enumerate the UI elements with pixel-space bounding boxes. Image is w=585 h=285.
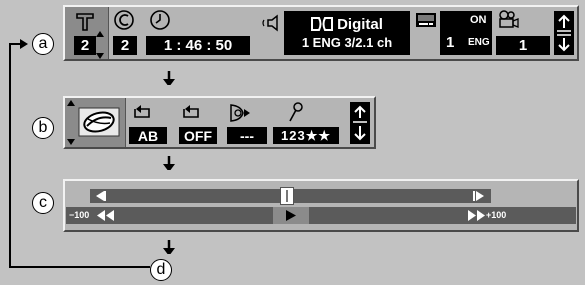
- position-slider-thumb[interactable]: [280, 187, 294, 205]
- audio-detail-label: 1 ENG 3/2.1 ch: [301, 34, 393, 50]
- label-c: c: [32, 192, 54, 214]
- time-value-box[interactable]: 1 : 46 : 50: [146, 36, 250, 55]
- repeat-ab-icon: [134, 105, 150, 118]
- fast-forward-icon[interactable]: [466, 209, 486, 222]
- title-icon: [76, 13, 94, 31]
- angle-value-box[interactable]: 1: [496, 36, 550, 55]
- picture-mode-icon[interactable]: [78, 107, 120, 137]
- arrow-c-to-d: [163, 240, 175, 254]
- chapter-value-box[interactable]: 2: [113, 36, 137, 55]
- panel-a-toggle-position-button[interactable]: [554, 11, 574, 55]
- panel-a-select-down-icon[interactable]: [96, 53, 104, 59]
- toggle-position-icon: [353, 105, 367, 141]
- speed-min-label: −100: [69, 210, 90, 220]
- title-value-box[interactable]: 2: [74, 36, 96, 55]
- disc-value-box[interactable]: ---: [227, 127, 267, 144]
- marker-value-box[interactable]: 123★★: [273, 127, 339, 144]
- toggle-position-icon: [557, 14, 571, 52]
- repeat-icon: [183, 105, 199, 118]
- arrow-b-to-c: [163, 156, 175, 170]
- panel-b-select-down-icon[interactable]: [67, 139, 75, 145]
- play-icon[interactable]: [284, 209, 298, 222]
- speed-max-label: +100: [486, 210, 507, 220]
- arrow-a-to-b: [163, 71, 175, 85]
- audio-speaker-icon: [262, 14, 278, 32]
- audio-value-box[interactable]: Digital 1 ENG 3/2.1 ch: [284, 11, 410, 55]
- repeat-ab-value-box[interactable]: AB: [129, 127, 167, 144]
- audio-format-label: Digital: [337, 15, 383, 33]
- marker-pin-icon: [289, 102, 303, 122]
- panel-b-select-up-icon[interactable]: [67, 100, 75, 106]
- label-b: b: [32, 117, 54, 139]
- panel-c-bar: [63, 179, 579, 232]
- panel-b-toggle-position-button[interactable]: [350, 102, 370, 144]
- subtitle-value-box[interactable]: ON 1 ENG: [440, 11, 492, 55]
- label-d: d: [150, 259, 172, 281]
- label-a: a: [32, 33, 54, 55]
- angle-camera-icon: [499, 10, 519, 28]
- rewind-icon[interactable]: [96, 209, 116, 222]
- chapter-icon: [114, 10, 134, 30]
- subtitle-number-label: 1: [446, 34, 455, 51]
- panel-a-select-up-icon[interactable]: [96, 31, 104, 37]
- subtitle-lang-label: ENG: [468, 37, 490, 48]
- skip-back-icon[interactable]: [92, 190, 108, 202]
- dolby-logo-icon: [311, 17, 334, 31]
- subtitle-state-label: ON: [470, 14, 487, 26]
- disc-icon: [230, 104, 250, 122]
- clock-icon: [150, 10, 170, 30]
- subtitle-icon: [416, 13, 436, 27]
- skip-forward-icon[interactable]: [472, 190, 488, 202]
- repeat-off-value-box[interactable]: OFF: [179, 127, 217, 144]
